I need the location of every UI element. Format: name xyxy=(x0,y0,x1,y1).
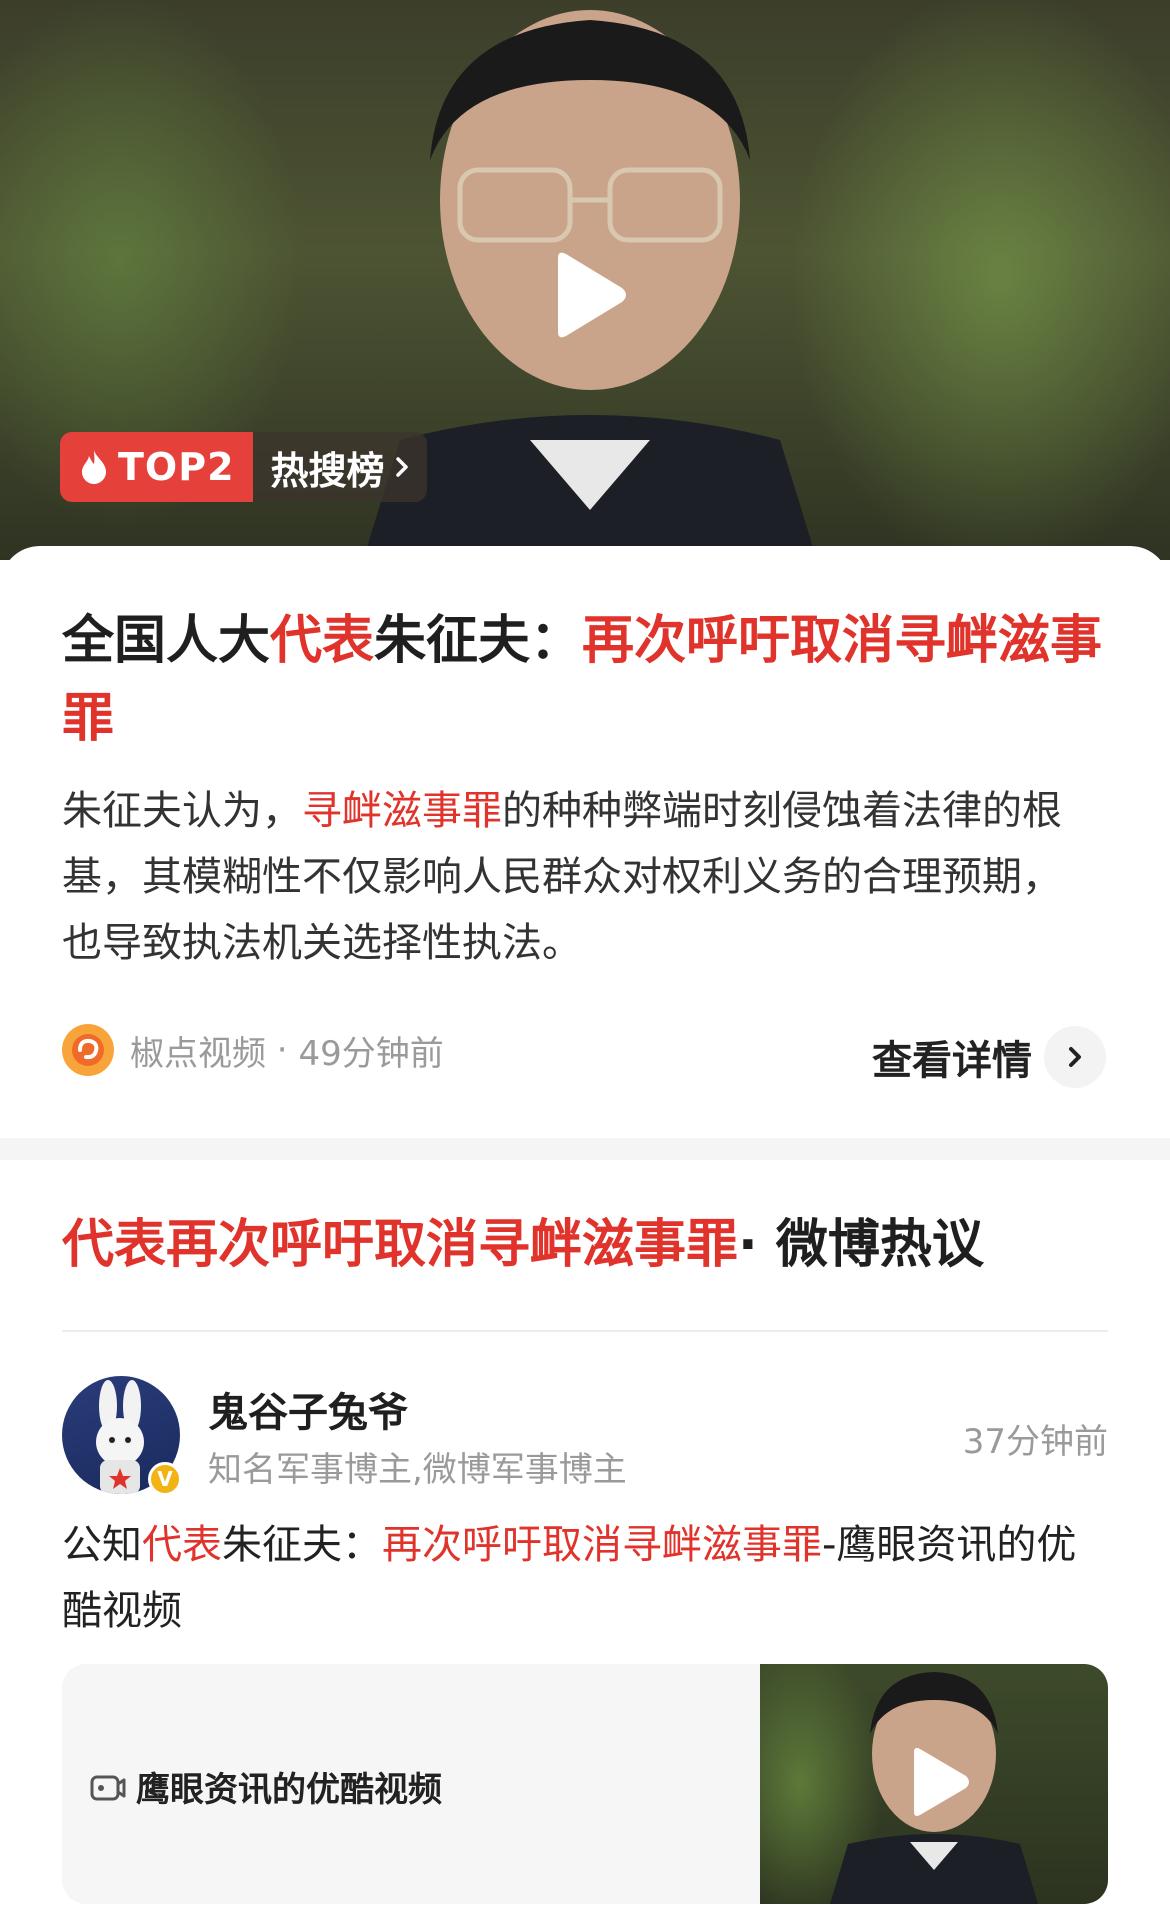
play-icon xyxy=(914,1748,969,1816)
details-arrow xyxy=(1044,1026,1106,1088)
source-name[interactable]: 椒点视频 xyxy=(130,1026,266,1075)
video-link-card[interactable]: 鹰眼资讯的优酷视频 xyxy=(62,1664,1108,1904)
divider xyxy=(62,1330,1108,1332)
topic-suffix: · 微博热议 xyxy=(738,1215,984,1275)
post-text-part: 朱征夫： xyxy=(222,1522,382,1568)
topic-title: 代表再次呼吁取消寻衅滋事罪 xyxy=(62,1215,739,1275)
chevron-right-icon xyxy=(1069,1047,1081,1067)
post-text-highlight: 再次呼吁取消寻衅滋事罪 xyxy=(382,1522,822,1568)
post-text[interactable]: 公知代表朱征夫：再次呼吁取消寻衅滋事罪-鹰眼资讯的优酷视频 xyxy=(62,1512,1108,1644)
meta-separator: · xyxy=(266,1030,299,1070)
article-title[interactable]: 全国人大代表朱征夫：再次呼吁取消寻衅滋事罪 xyxy=(62,602,1112,758)
badge-list[interactable]: 热搜榜 xyxy=(252,432,427,502)
summary-part: 朱征夫认为， xyxy=(62,788,302,834)
badge-list-text: 热搜榜 xyxy=(270,448,385,493)
post-text-highlight: 代表 xyxy=(142,1522,222,1568)
section-divider xyxy=(0,1138,1170,1160)
video-thumbnail[interactable] xyxy=(760,1664,1108,1904)
badge-rank: TOP2 xyxy=(60,432,253,502)
article-summary: 朱征夫认为，寻衅滋事罪的种种弊端时刻侵蚀着法律的根基，其模糊性不仅影响人民群众对… xyxy=(62,778,1082,976)
summary-link[interactable]: 寻衅滋事罪 xyxy=(302,788,502,834)
video-card-label: 鹰眼资讯的优酷视频 xyxy=(90,1762,442,1811)
article-time: 49分钟前 xyxy=(298,1033,444,1074)
badge-rank-text: TOP2 xyxy=(118,445,235,489)
view-details-label: 查看详情 xyxy=(872,1038,1032,1084)
flame-icon xyxy=(82,450,106,484)
article-meta: 椒点视频 · 49分钟前 xyxy=(62,1024,444,1076)
source-logo-icon xyxy=(62,1024,114,1076)
post-text-part: 公知 xyxy=(62,1522,142,1568)
chevron-right-icon xyxy=(395,457,408,477)
hot-search-badge[interactable]: TOP2 热搜榜 xyxy=(60,432,427,502)
title-part: 全国人大 xyxy=(62,611,271,671)
post-time: 37分钟前 xyxy=(962,1422,1108,1462)
video-icon xyxy=(90,1775,126,1800)
view-details-button[interactable]: 查看详情 xyxy=(872,1026,1106,1088)
title-part: 朱征夫： xyxy=(374,611,583,671)
hero-video[interactable]: TOP2 热搜榜 xyxy=(0,0,1170,560)
post-user-description: 知名军事博主,微博军事博主 xyxy=(208,1450,627,1490)
title-highlight: 代表 xyxy=(270,611,375,671)
play-icon[interactable] xyxy=(548,250,628,340)
post-header: V 鬼谷子兔爷 知名军事博主,微博军事博主 37分钟前 xyxy=(62,1376,1108,1496)
post-username[interactable]: 鬼谷子兔爷 xyxy=(208,1380,408,1438)
video-card-title: 鹰眼资讯的优酷视频 xyxy=(136,1770,442,1810)
article-card[interactable]: 全国人大代表朱征夫：再次呼吁取消寻衅滋事罪 朱征夫认为，寻衅滋事罪的种种弊端时刻… xyxy=(0,546,1170,1138)
weibo-section-title[interactable]: 代表再次呼吁取消寻衅滋事罪· 微博热议 xyxy=(62,1212,984,1278)
verified-badge: V xyxy=(148,1462,182,1496)
